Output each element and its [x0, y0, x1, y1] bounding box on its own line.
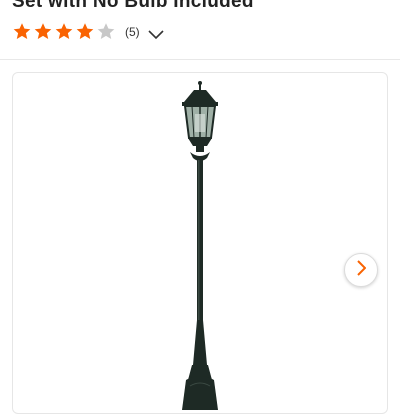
next-image-button[interactable] — [344, 253, 378, 287]
star-icon-filled — [12, 22, 32, 41]
star-icon-filled — [33, 22, 53, 41]
divider — [0, 59, 400, 60]
star-icon-filled — [75, 22, 95, 41]
review-count[interactable]: (5) — [125, 25, 140, 39]
rating-row[interactable]: (5) — [12, 22, 164, 41]
product-title: Set with No Bulb Included — [12, 0, 254, 12]
star-icon-filled — [54, 22, 74, 41]
chevron-right-icon — [356, 259, 367, 281]
lamp-post-image — [150, 80, 250, 415]
chevron-down-icon[interactable] — [148, 27, 164, 39]
star-icon-empty — [96, 22, 116, 41]
